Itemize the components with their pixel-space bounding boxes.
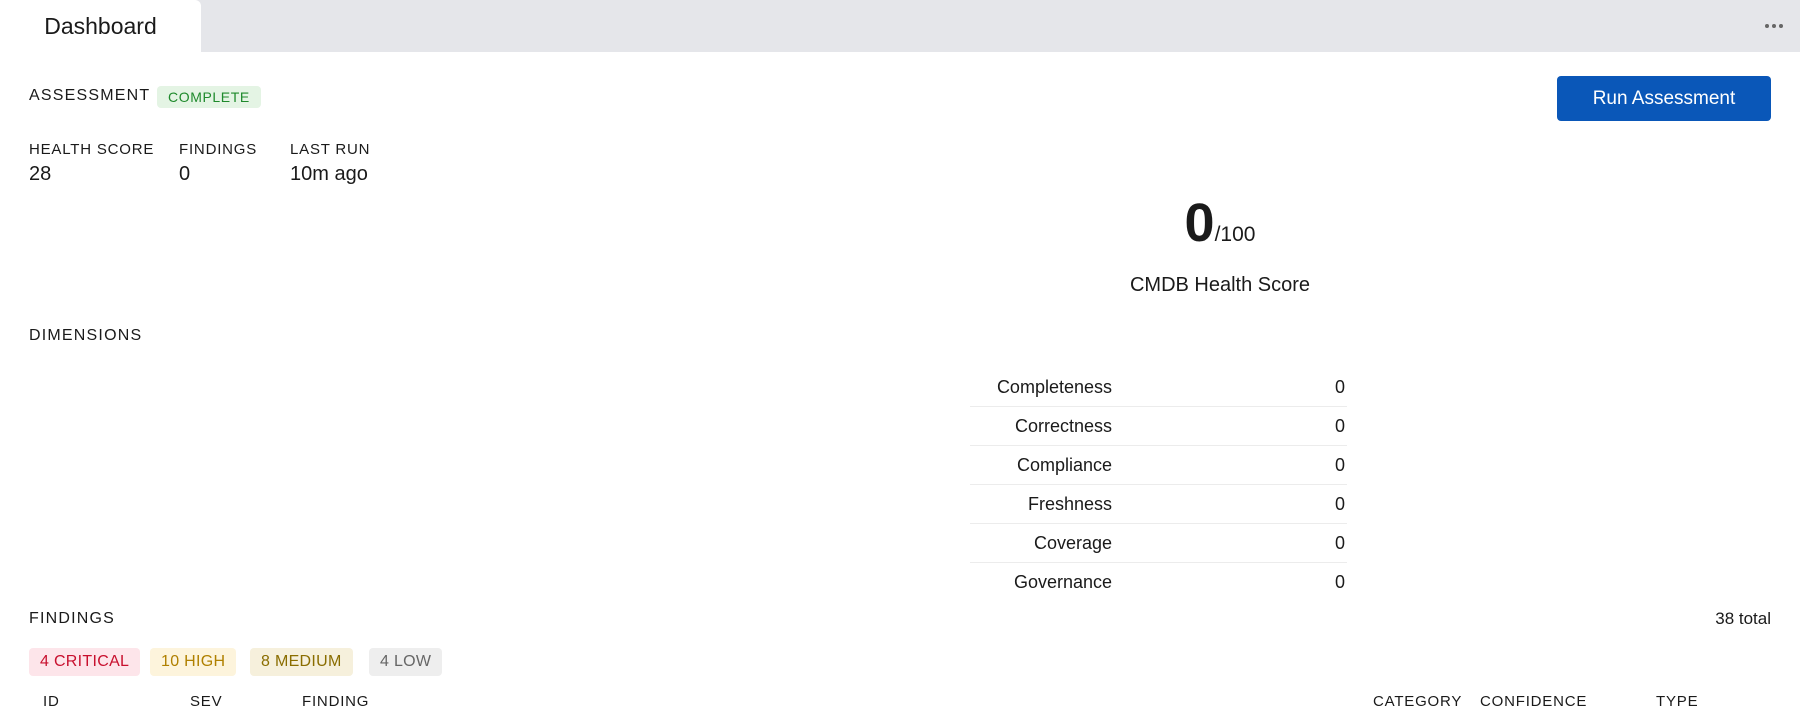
column-header-confidence[interactable]: CONFIDENCE (1480, 693, 1587, 710)
more-options-icon[interactable] (1762, 14, 1786, 38)
dimension-row: Correctness 0 (970, 407, 1347, 446)
dimension-row: Compliance 0 (970, 446, 1347, 485)
filter-low[interactable]: 4 LOW (369, 648, 443, 676)
column-header-sev[interactable]: SEV (190, 693, 222, 710)
score-caption: CMDB Health Score (1129, 274, 1311, 296)
dimensions-table: Completeness 0 Correctness 0 Compliance … (970, 368, 1347, 601)
dimension-value: 0 (1334, 376, 1345, 397)
dimension-row: Coverage 0 (970, 524, 1347, 563)
score-value: 0 (1184, 193, 1215, 253)
dimension-value: 0 (1334, 415, 1345, 436)
findings-count-label: FINDINGS (179, 141, 258, 158)
dot (1779, 24, 1783, 28)
dimension-name: Correctness (1014, 415, 1112, 436)
dot (1772, 24, 1776, 28)
dimension-name: Governance (1013, 571, 1112, 592)
column-header-category[interactable]: CATEGORY (1373, 693, 1462, 710)
dimension-name: Coverage (1033, 532, 1112, 553)
health-score-value: 28 (29, 163, 52, 185)
filter-critical[interactable]: 4 CRITICAL (29, 648, 141, 676)
column-header-id[interactable]: ID (43, 693, 60, 710)
status-badge: COMPLETE (157, 86, 261, 108)
dimension-row: Completeness 0 (970, 368, 1347, 407)
health-score-display: 0/100 (1100, 196, 1340, 250)
findings-count-value: 0 (179, 163, 191, 185)
dimensions-heading: DIMENSIONS (29, 327, 143, 344)
column-header-type[interactable]: TYPE (1656, 693, 1698, 710)
last-run-value: 10m ago (290, 163, 368, 185)
tab-bar: Dashboard (0, 0, 1800, 52)
filter-medium[interactable]: 8 MEDIUM (250, 648, 353, 676)
dimension-name: Completeness (996, 376, 1112, 397)
health-score-label: HEALTH SCORE (29, 141, 155, 158)
last-run-label: LAST RUN (290, 141, 371, 158)
filter-high[interactable]: 10 HIGH (150, 648, 237, 676)
tab-dashboard[interactable]: Dashboard (0, 0, 201, 52)
dimension-name: Compliance (1016, 454, 1112, 475)
run-assessment-button[interactable]: Run Assessment (1557, 76, 1771, 121)
column-header-finding[interactable]: FINDING (302, 693, 369, 710)
dimension-value: 0 (1334, 454, 1345, 475)
score-max: /100 (1214, 223, 1256, 246)
dimension-name: Freshness (1027, 493, 1112, 514)
dimension-value: 0 (1334, 571, 1345, 592)
dot (1765, 24, 1769, 28)
dimension-value: 0 (1334, 532, 1345, 553)
assessment-heading: ASSESSMENT (29, 87, 151, 104)
findings-heading: FINDINGS (29, 610, 116, 627)
findings-total: 38 total (1715, 609, 1771, 628)
dimension-row: Governance 0 (970, 563, 1347, 601)
dimension-value: 0 (1334, 493, 1345, 514)
dimension-row: Freshness 0 (970, 485, 1347, 524)
